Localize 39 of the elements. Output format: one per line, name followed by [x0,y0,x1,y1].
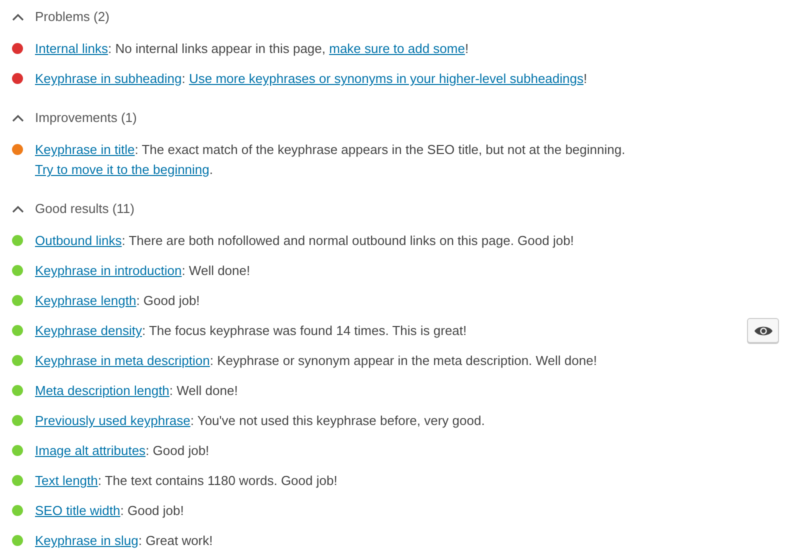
result-link[interactable]: Text length [35,473,98,488]
result-link[interactable]: Try to move it to the beginning [35,162,210,177]
result-link[interactable]: Keyphrase in introduction [35,263,182,278]
result-text: Image alt attributes: Good job! [35,442,210,460]
result-link[interactable]: Internal links [35,41,108,56]
chevron-icon [12,114,24,122]
section-toggle[interactable]: Good results (11) [0,192,134,226]
result-text: Internal links: No internal links appear in this page, make sure to add some! [35,40,470,58]
section-toggle[interactable]: Problems (2) [0,0,110,34]
result-text: Keyphrase in title: The exact match of the keyphrase appears in the SEO title, but not at the beginning. Try to move it to the beginning. [35,141,626,179]
result-link[interactable]: Outbound links [35,233,122,248]
result-text: Meta description length: Well done! [35,382,239,400]
result-link[interactable]: Keyphrase density [35,323,142,338]
result-text: Text length: The text contains 1180 words. Good job! [35,472,338,490]
result-link[interactable]: Use more keyphrases or synonyms in your higher-level subheadings [188,71,584,86]
result-link[interactable]: Previously used keyphrase [35,413,190,428]
result-text: Keyphrase in meta description: Keyphrase or synonym appear in the meta description. Well done! [35,352,598,370]
result-link[interactable]: Keyphrase in meta description [35,353,210,368]
result-text: Keyphrase in slug: Great work! [35,532,214,550]
result-text: Keyphrase in subheading: Use more keyphrases or synonyms in your higher-level subheadings! [35,70,588,88]
chevron-icon [12,13,24,21]
section-toggle[interactable]: Improvements (1) [0,101,137,135]
result-link[interactable]: Keyphrase in subheading [35,71,182,86]
chevron-icon [12,205,24,213]
result-link[interactable]: SEO title width [35,503,120,518]
result-link[interactable]: Keyphrase in title [35,142,135,157]
eye-button[interactable] [747,318,779,343]
result-link[interactable]: Image alt attributes [35,443,146,458]
result-text: Keyphrase in introduction: Well done! [35,262,252,280]
result-text: Outbound links: There are both nofollowed and normal outbound links on this page. Good job! [35,232,575,250]
result-link[interactable]: Keyphrase length [35,293,136,308]
result-text: SEO title width: Good job! [35,502,185,520]
result-text: Keyphrase density: The focus keyphrase was found 14 times. This is great! [35,322,468,340]
result-text: Keyphrase length: Good job! [35,292,201,310]
result-text: Previously used keyphrase: You've not used this keyphrase before, very good. [35,412,486,430]
result-link[interactable]: make sure to add some [329,41,465,56]
eye-icon [754,324,772,336]
result-link[interactable]: Meta description length [35,383,170,398]
result-link[interactable]: Keyphrase in slug [35,533,138,548]
